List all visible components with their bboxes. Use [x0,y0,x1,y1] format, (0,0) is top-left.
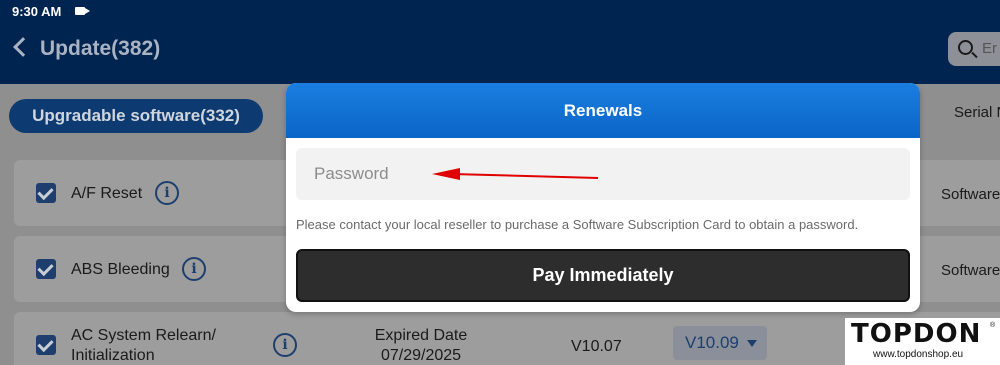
back-button[interactable] [8,34,34,64]
info-icon[interactable]: i [182,257,206,281]
caret-down-icon [747,340,757,347]
expired-value: 07/29/2025 [380,347,462,364]
status-time: 9:30 AM [12,4,62,19]
row-checkbox[interactable] [36,335,56,355]
row-label: A/F Reset [71,185,143,202]
tab-upgradable-software[interactable]: Upgradable software(332) [9,99,263,133]
row-checkbox[interactable] [36,259,56,279]
topdon-logo: TOPDON ® www.topdonshop.eu [845,318,1000,365]
row-checkbox[interactable] [36,183,56,203]
expired-label: Expired Date [374,327,468,344]
row-label-line1: AC System Relearn/ [71,327,216,344]
search-input[interactable]: Er [948,32,1000,66]
annotation-arrow-icon [432,168,599,180]
search-icon [958,40,973,55]
info-icon[interactable]: i [273,333,297,357]
search-placeholder: Er [982,40,997,57]
row-label: ABS Bleeding [71,261,170,278]
row-label-line2: Initialization [71,347,155,364]
pay-immediately-button[interactable]: Pay Immediately [296,249,910,302]
info-icon[interactable]: i [155,181,179,205]
chevron-left-icon [13,37,33,57]
row-status: Software [941,186,1000,203]
page-title: Update(382) [40,37,161,60]
renewals-dialog: Renewals Please contact your local resel… [286,83,920,312]
tab-serial[interactable]: Serial N [954,104,1000,121]
row-label: AC System Relearn/ Initialization [71,326,216,365]
version-select[interactable]: V10.09 [673,326,767,360]
row-status: Software [941,262,1000,279]
logo-wordmark: TOPDON [851,319,982,349]
dialog-title: Renewals [286,83,920,138]
expired-date: Expired Date 07/29/2025 [366,326,476,365]
logo-url: www.topdonshop.eu [873,349,964,360]
video-camera-icon [75,7,90,15]
status-bar: 9:30 AM [0,0,1000,24]
current-version: V10.07 [571,338,622,355]
app-header: Update(382) Er [0,24,1000,84]
logo-registered-mark: ® [990,322,996,329]
dialog-hint: Please contact your local reseller to pu… [296,217,859,232]
version-select-value: V10.09 [685,333,739,352]
